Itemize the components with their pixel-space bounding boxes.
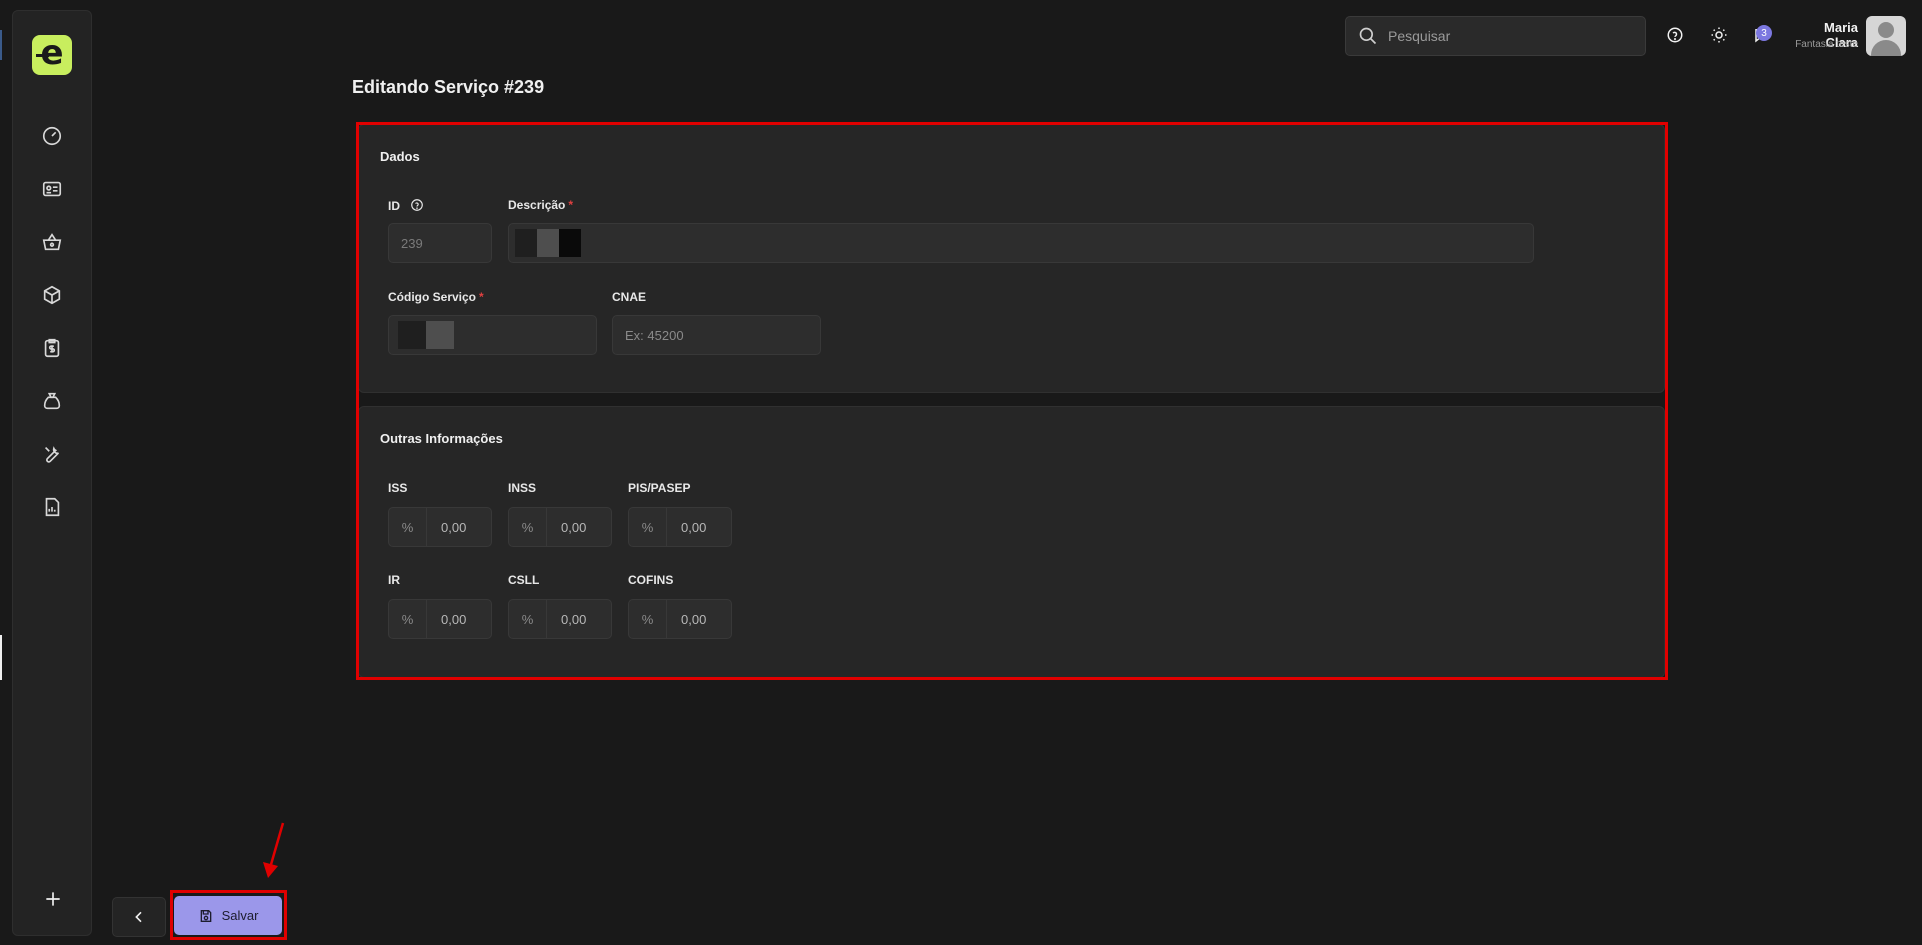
report-icon[interactable] [39, 494, 65, 520]
logo-letter: e [40, 33, 64, 73]
dashboard-icon[interactable] [39, 123, 65, 149]
app-root: e Pesquisar 3 Maria Clara Fantasia teste… [0, 0, 1922, 945]
clipboard-dollar-icon[interactable] [39, 335, 65, 361]
box-icon[interactable] [39, 282, 65, 308]
theme-toggle-icon[interactable] [1708, 24, 1730, 46]
wrench-icon[interactable] [39, 441, 65, 467]
chevron-left-icon [135, 911, 142, 923]
sidebar-edge-marker [0, 30, 2, 60]
avatar[interactable] [1866, 16, 1906, 56]
search-bar[interactable] [1345, 16, 1646, 56]
annotation-arrow [263, 822, 285, 878]
page-title: Editando Serviço #239 [352, 77, 545, 97]
notification-badge: 3 [1756, 25, 1772, 41]
sidebar: e [12, 10, 92, 936]
id-card-icon[interactable] [39, 176, 65, 202]
help-icon[interactable] [1664, 24, 1686, 46]
form-highlight-annotation [356, 122, 1668, 680]
user-company: Fantasia teste [1795, 39, 1858, 50]
basket-icon[interactable] [39, 229, 65, 255]
search-input[interactable] [1388, 28, 1628, 44]
save-highlight-annotation [170, 890, 287, 940]
sidebar-active-marker [0, 635, 2, 680]
money-bag-icon[interactable] [39, 388, 65, 414]
logo[interactable]: e [32, 35, 72, 75]
search-icon [1359, 27, 1377, 45]
back-button[interactable] [112, 897, 166, 937]
add-icon[interactable] [41, 887, 65, 911]
